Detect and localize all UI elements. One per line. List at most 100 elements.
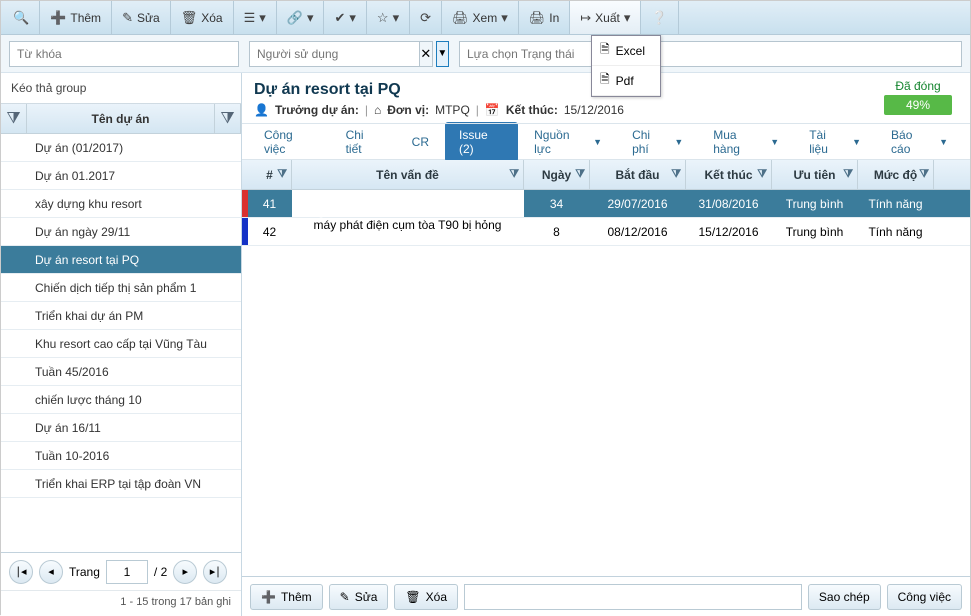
chevron-down-icon: ▼: [770, 137, 779, 147]
detail-panel: Dự án resort tại PQ 👤 Trưởng dự án: | ⌂ …: [242, 73, 970, 616]
unit-label: Đơn vị:: [387, 103, 429, 117]
filter-icon[interactable]: ⧩: [757, 168, 767, 181]
tab-mua-hàng[interactable]: Mua hàng▼: [699, 122, 793, 162]
closed-label: Đã đóng: [884, 79, 952, 93]
project-item[interactable]: Dự án resort tại PQ: [1, 246, 241, 274]
export-pdf-label: Pdf: [616, 74, 634, 88]
edit-label: Sửa: [137, 11, 160, 25]
tab-chi-phí[interactable]: Chi phí▼: [618, 122, 697, 162]
star-icon: ☆: [377, 10, 389, 26]
refresh-button[interactable]: ⟳: [410, 1, 442, 34]
footer-work-button[interactable]: Công việc: [887, 584, 962, 610]
user-input[interactable]: [249, 41, 420, 67]
issue-row[interactable]: 42máy phát điện cụm tòa T90 bị hỏng808/1…: [242, 218, 970, 246]
project-item[interactable]: Dự án ngày 29/11: [1, 218, 241, 246]
tab-cr[interactable]: CR: [398, 129, 443, 155]
binoculars-icon: 🔍: [13, 10, 29, 26]
keyword-input[interactable]: [9, 41, 239, 67]
filter-icon[interactable]: ⧩: [919, 168, 929, 181]
project-item[interactable]: Dự án 16/11: [1, 414, 241, 442]
add-button[interactable]: ➕Thêm: [40, 1, 112, 34]
col-project-name[interactable]: Tên dự án: [27, 104, 215, 133]
next-page-button[interactable]: ▸: [173, 560, 197, 584]
tab-báo-cáo[interactable]: Báo cáo▼: [877, 122, 962, 162]
project-list[interactable]: Dự án (01/2017)Dự án 01.2017xây dựng khu…: [1, 134, 241, 552]
refresh-icon: ⟳: [420, 10, 431, 26]
view-button[interactable]: 🖨Xem▾: [442, 1, 519, 34]
help-button[interactable]: ❔: [641, 1, 678, 34]
print-button[interactable]: 🖨In: [519, 1, 571, 34]
filter-icon[interactable]: ⧩: [575, 168, 585, 181]
progress-badge: 49%: [884, 95, 952, 115]
project-item[interactable]: Triển khai ERP tại tập đoàn VN: [1, 470, 241, 498]
tab-nguồn-lực[interactable]: Nguồn lực▼: [520, 122, 616, 162]
filter-icon[interactable]: ⧩: [671, 168, 681, 181]
export-excel[interactable]: 🗎 Excel: [592, 36, 660, 66]
link-button[interactable]: 🔗▾: [277, 1, 325, 34]
footer-add-button[interactable]: ➕Thêm: [250, 584, 323, 610]
footer-copy-button[interactable]: Sao chép: [808, 584, 881, 610]
tab-công-việc[interactable]: Công việc: [250, 122, 330, 162]
delete-button[interactable]: 🗑Xóa: [171, 1, 234, 34]
filter-col-left[interactable]: ⧩: [1, 104, 27, 133]
project-item[interactable]: Chiến dịch tiếp thị sản phẩm 1: [1, 274, 241, 302]
tab-chi-tiết[interactable]: Chi tiết: [332, 122, 396, 162]
filter-icon[interactable]: ⧩: [843, 168, 853, 181]
tab-bar: Công việcChi tiếtCRIssue (2)Nguồn lực▼Ch…: [242, 124, 970, 160]
footer-edit-button[interactable]: ✎Sửa: [329, 584, 389, 610]
plus-icon: ➕: [261, 590, 276, 604]
col-end[interactable]: Kết thúc⧩: [686, 160, 772, 189]
page-input[interactable]: [106, 560, 148, 584]
user-select-wrap: ✕ ▼: [249, 41, 449, 67]
prev-page-button[interactable]: ◂: [39, 560, 63, 584]
col-start[interactable]: Bắt đầu⧩: [590, 160, 686, 189]
home-icon: ⌂: [374, 103, 381, 117]
help-icon: ❔: [651, 10, 667, 26]
project-item[interactable]: Khu resort cao cấp tại Vũng Tàu: [1, 330, 241, 358]
edit-button[interactable]: ✎Sửa: [112, 1, 171, 34]
col-days[interactable]: Ngày⧩: [524, 160, 590, 189]
star-button[interactable]: ☆▾: [367, 1, 410, 34]
main-toolbar: 🔍 ➕Thêm ✎Sửa 🗑Xóa ☰▾ 🔗▾ ✔▾ ☆▾ ⟳ 🖨Xem▾ 🖨I…: [1, 1, 970, 35]
grid-header: #⧩ Tên vấn đề⧩ Ngày⧩ Bắt đầu⧩ Kết thúc⧩ …: [242, 160, 970, 190]
filter-icon[interactable]: ⧩: [277, 168, 287, 181]
col-level[interactable]: Mức độ⧩: [858, 160, 934, 189]
menu-button[interactable]: ☰▾: [234, 1, 277, 34]
footer-delete-button[interactable]: 🗑Xóa: [394, 584, 458, 610]
project-item[interactable]: chiến lược tháng 10: [1, 386, 241, 414]
export-excel-label: Excel: [616, 44, 645, 58]
chevron-down-icon: ▼: [939, 137, 948, 147]
user-dropdown-button[interactable]: ▼: [436, 41, 449, 67]
issue-grid: #⧩ Tên vấn đề⧩ Ngày⧩ Bắt đầu⧩ Kết thúc⧩ …: [242, 160, 970, 576]
calendar-icon: 📅: [485, 103, 500, 117]
project-item[interactable]: xây dựng khu resort: [1, 190, 241, 218]
filter-col-right[interactable]: ⧩: [215, 104, 241, 133]
filter-icon: ⧩: [220, 110, 234, 128]
tab-issue-(2)[interactable]: Issue (2): [445, 122, 518, 162]
binoculars-button[interactable]: 🔍: [3, 1, 40, 34]
excel-icon: 🗎: [600, 40, 610, 61]
filter-icon[interactable]: ⧩: [509, 168, 519, 181]
export-button[interactable]: ↦Xuất▾: [570, 1, 641, 34]
approve-button[interactable]: ✔▾: [324, 1, 366, 34]
issue-row[interactable]: 41Phát sinh vấn đề trong giải phóng mặt …: [242, 190, 970, 218]
tab-tài-liệu[interactable]: Tài liệu▼: [795, 122, 875, 162]
col-priority[interactable]: Ưu tiên⧩: [772, 160, 858, 189]
clear-user-button[interactable]: ✕: [420, 41, 433, 67]
progress-wrap: Đã đóng 49%: [884, 79, 952, 115]
last-page-button[interactable]: ▸∣: [203, 560, 227, 584]
pager-label: Trang: [69, 565, 100, 579]
footer-input[interactable]: [464, 584, 802, 610]
col-number[interactable]: #⧩: [248, 160, 292, 189]
project-item[interactable]: Dự án (01/2017): [1, 134, 241, 162]
project-item[interactable]: Tuần 45/2016: [1, 358, 241, 386]
project-item[interactable]: Dự án 01.2017: [1, 162, 241, 190]
col-title[interactable]: Tên vấn đề⧩: [292, 160, 524, 189]
status-input[interactable]: [459, 41, 962, 67]
project-item[interactable]: Tuần 10-2016: [1, 442, 241, 470]
first-page-button[interactable]: ∣◂: [9, 560, 33, 584]
export-pdf[interactable]: 🗎Pdf: [592, 66, 660, 96]
print-icon: 🖨: [529, 10, 546, 26]
lead-label: Trưởng dự án:: [275, 103, 359, 117]
project-item[interactable]: Triển khai dự án PM: [1, 302, 241, 330]
